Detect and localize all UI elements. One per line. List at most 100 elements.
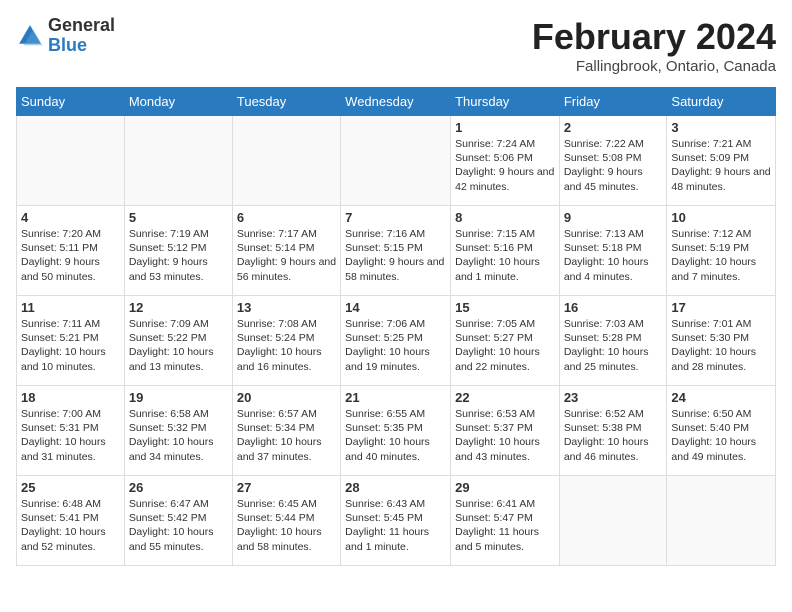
day-number: 17 <box>671 300 771 315</box>
logo-general: General <box>48 15 115 35</box>
day-number: 26 <box>129 480 228 495</box>
calendar-cell: 8 Sunrise: 7:15 AM Sunset: 5:16 PM Daylig… <box>451 206 560 296</box>
day-number: 6 <box>237 210 336 225</box>
day-number: 7 <box>345 210 446 225</box>
calendar-cell: 24Sunrise: 6:50 AM Sunset: 5:40 PM Dayli… <box>667 386 776 476</box>
calendar-cell: 16Sunrise: 7:03 AM Sunset: 5:28 PM Dayli… <box>559 296 667 386</box>
day-info: Sunrise: 7:16 AM Sunset: 5:15 PM Dayligh… <box>345 227 446 284</box>
calendar-cell: 27 Sunrise: 6:45 AM Sunset: 5:44 PM Dayli… <box>232 476 340 566</box>
logo-text: General Blue <box>48 16 115 56</box>
day-number: 8 <box>455 210 555 225</box>
day-info: Sunrise: 6:45 AM Sunset: 5:44 PM Dayligh… <box>237 497 336 554</box>
week-row-4: 25Sunrise: 6:48 AM Sunset: 5:41 PM Dayli… <box>17 476 776 566</box>
week-row-3: 18Sunrise: 7:00 AM Sunset: 5:31 PM Dayli… <box>17 386 776 476</box>
weekday-header-friday: Friday <box>559 88 667 116</box>
day-info: Sunrise: 7:21 AM Sunset: 5:09 PM Dayligh… <box>671 137 771 194</box>
calendar-cell <box>341 116 451 206</box>
day-info: Sunrise: 6:47 AM Sunset: 5:42 PM Dayligh… <box>129 497 228 554</box>
day-number: 15 <box>455 300 555 315</box>
logo-blue: Blue <box>48 35 87 55</box>
calendar-cell: 9 Sunrise: 7:13 AM Sunset: 5:18 PM Daylig… <box>559 206 667 296</box>
header-area: General Blue February 2024 Fallingbrook,… <box>16 16 776 75</box>
calendar-cell: 11Sunrise: 7:11 AM Sunset: 5:21 PM Dayli… <box>17 296 125 386</box>
day-info: Sunrise: 7:08 AM Sunset: 5:24 PM Dayligh… <box>237 317 336 374</box>
day-number: 2 <box>564 120 663 135</box>
day-number: 9 <box>564 210 663 225</box>
logo-icon <box>16 22 44 50</box>
day-info: Sunrise: 7:05 AM Sunset: 5:27 PM Dayligh… <box>455 317 555 374</box>
weekday-header-saturday: Saturday <box>667 88 776 116</box>
day-info: Sunrise: 7:06 AM Sunset: 5:25 PM Dayligh… <box>345 317 446 374</box>
title-area: February 2024 Fallingbrook, Ontario, Can… <box>532 16 776 75</box>
day-info: Sunrise: 6:43 AM Sunset: 5:45 PM Dayligh… <box>345 497 446 554</box>
calendar-cell: 28Sunrise: 6:43 AM Sunset: 5:45 PM Dayli… <box>341 476 451 566</box>
weekday-header-row: SundayMondayTuesdayWednesdayThursdayFrid… <box>17 88 776 116</box>
day-info: Sunrise: 7:19 AM Sunset: 5:12 PM Dayligh… <box>129 227 228 284</box>
month-title: February 2024 <box>532 16 776 58</box>
calendar-cell: 2 Sunrise: 7:22 AM Sunset: 5:08 PM Daylig… <box>559 116 667 206</box>
day-number: 5 <box>129 210 228 225</box>
location-title: Fallingbrook, Ontario, Canada <box>532 58 776 75</box>
day-info: Sunrise: 7:01 AM Sunset: 5:30 PM Dayligh… <box>671 317 771 374</box>
week-row-2: 11Sunrise: 7:11 AM Sunset: 5:21 PM Dayli… <box>17 296 776 386</box>
calendar-cell: 25Sunrise: 6:48 AM Sunset: 5:41 PM Dayli… <box>17 476 125 566</box>
day-number: 14 <box>345 300 446 315</box>
day-info: Sunrise: 7:13 AM Sunset: 5:18 PM Dayligh… <box>564 227 663 284</box>
day-info: Sunrise: 6:48 AM Sunset: 5:41 PM Dayligh… <box>21 497 120 554</box>
day-info: Sunrise: 7:17 AM Sunset: 5:14 PM Dayligh… <box>237 227 336 284</box>
day-info: Sunrise: 7:00 AM Sunset: 5:31 PM Dayligh… <box>21 407 120 464</box>
day-number: 22 <box>455 390 555 405</box>
day-info: Sunrise: 6:52 AM Sunset: 5:38 PM Dayligh… <box>564 407 663 464</box>
day-info: Sunrise: 7:09 AM Sunset: 5:22 PM Dayligh… <box>129 317 228 374</box>
day-number: 19 <box>129 390 228 405</box>
weekday-header-thursday: Thursday <box>451 88 560 116</box>
day-info: Sunrise: 7:11 AM Sunset: 5:21 PM Dayligh… <box>21 317 120 374</box>
calendar-cell: 13Sunrise: 7:08 AM Sunset: 5:24 PM Dayli… <box>232 296 340 386</box>
day-info: Sunrise: 6:41 AM Sunset: 5:47 PM Dayligh… <box>455 497 555 554</box>
calendar-cell: 29 Sunrise: 6:41 AM Sunset: 5:47 PM Dayli… <box>451 476 560 566</box>
calendar-cell: 23 Sunrise: 6:52 AM Sunset: 5:38 PM Dayli… <box>559 386 667 476</box>
calendar-cell: 10 Sunrise: 7:12 AM Sunset: 5:19 PM Dayli… <box>667 206 776 296</box>
day-number: 3 <box>671 120 771 135</box>
calendar-cell <box>124 116 232 206</box>
day-info: Sunrise: 6:50 AM Sunset: 5:40 PM Dayligh… <box>671 407 771 464</box>
day-info: Sunrise: 7:12 AM Sunset: 5:19 PM Dayligh… <box>671 227 771 284</box>
day-number: 4 <box>21 210 120 225</box>
calendar-cell <box>17 116 125 206</box>
calendar-cell <box>232 116 340 206</box>
day-number: 21 <box>345 390 446 405</box>
week-row-1: 4 Sunrise: 7:20 AM Sunset: 5:11 PM Daylig… <box>17 206 776 296</box>
day-number: 12 <box>129 300 228 315</box>
calendar-cell: 18Sunrise: 7:00 AM Sunset: 5:31 PM Dayli… <box>17 386 125 476</box>
day-number: 1 <box>455 120 555 135</box>
calendar-cell: 17 Sunrise: 7:01 AM Sunset: 5:30 PM Dayli… <box>667 296 776 386</box>
weekday-header-wednesday: Wednesday <box>341 88 451 116</box>
calendar-cell: 6 Sunrise: 7:17 AM Sunset: 5:14 PM Daylig… <box>232 206 340 296</box>
day-info: Sunrise: 7:20 AM Sunset: 5:11 PM Dayligh… <box>21 227 120 284</box>
day-info: Sunrise: 7:22 AM Sunset: 5:08 PM Dayligh… <box>564 137 663 194</box>
calendar-cell: 21Sunrise: 6:55 AM Sunset: 5:35 PM Dayli… <box>341 386 451 476</box>
calendar-cell: 3 Sunrise: 7:21 AM Sunset: 5:09 PM Daylig… <box>667 116 776 206</box>
calendar-table: SundayMondayTuesdayWednesdayThursdayFrid… <box>16 87 776 566</box>
day-number: 20 <box>237 390 336 405</box>
calendar-cell: 14 Sunrise: 7:06 AM Sunset: 5:25 PM Dayli… <box>341 296 451 386</box>
day-info: Sunrise: 7:15 AM Sunset: 5:16 PM Dayligh… <box>455 227 555 284</box>
weekday-header-tuesday: Tuesday <box>232 88 340 116</box>
weekday-header-sunday: Sunday <box>17 88 125 116</box>
calendar-cell: 5 Sunrise: 7:19 AM Sunset: 5:12 PM Daylig… <box>124 206 232 296</box>
calendar-cell: 20 Sunrise: 6:57 AM Sunset: 5:34 PM Dayli… <box>232 386 340 476</box>
day-info: Sunrise: 6:57 AM Sunset: 5:34 PM Dayligh… <box>237 407 336 464</box>
calendar-cell: 12 Sunrise: 7:09 AM Sunset: 5:22 PM Dayli… <box>124 296 232 386</box>
day-number: 27 <box>237 480 336 495</box>
day-info: Sunrise: 7:03 AM Sunset: 5:28 PM Dayligh… <box>564 317 663 374</box>
day-number: 23 <box>564 390 663 405</box>
calendar-cell <box>559 476 667 566</box>
day-number: 29 <box>455 480 555 495</box>
day-number: 10 <box>671 210 771 225</box>
day-info: Sunrise: 6:53 AM Sunset: 5:37 PM Dayligh… <box>455 407 555 464</box>
weekday-header-monday: Monday <box>124 88 232 116</box>
calendar-cell: 22 Sunrise: 6:53 AM Sunset: 5:37 PM Dayli… <box>451 386 560 476</box>
calendar-cell <box>667 476 776 566</box>
calendar-cell: 15 Sunrise: 7:05 AM Sunset: 5:27 PM Dayli… <box>451 296 560 386</box>
calendar-cell: 26 Sunrise: 6:47 AM Sunset: 5:42 PM Dayli… <box>124 476 232 566</box>
